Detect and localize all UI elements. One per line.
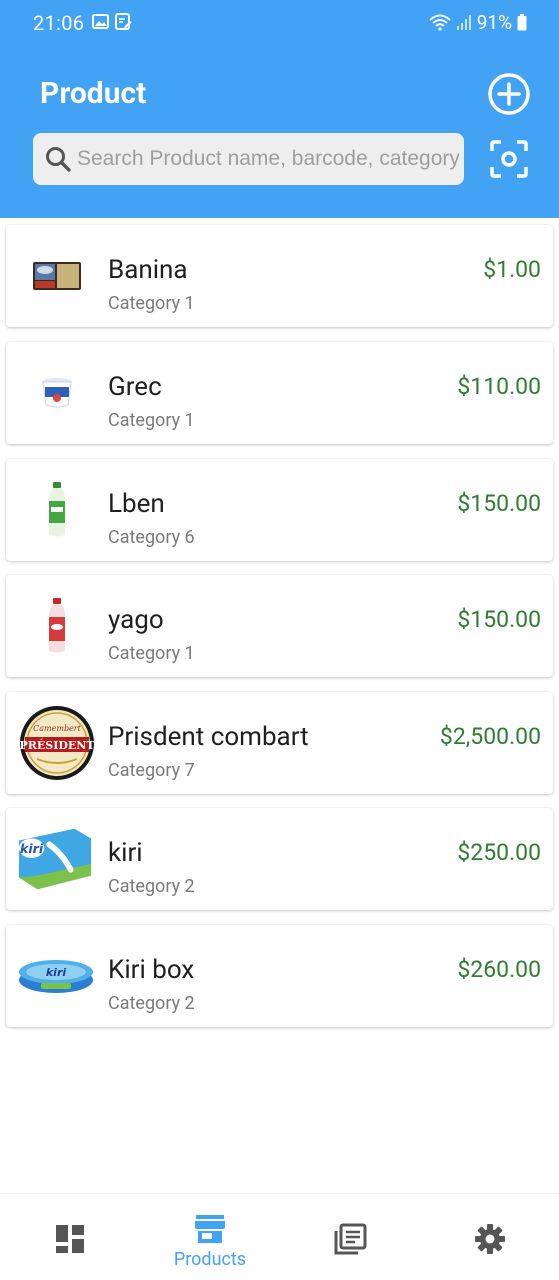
- search-icon: [46, 147, 71, 172]
- product-image: kiri: [19, 960, 93, 993]
- note-icon: [115, 13, 132, 30]
- search-box: [33, 133, 464, 185]
- product-image: [42, 378, 72, 408]
- product-thumbnail: [18, 354, 96, 432]
- status-system-icons: 91%: [429, 11, 527, 34]
- signal-icon: [456, 15, 471, 30]
- status-bar: 21:06 91%: [0, 0, 559, 46]
- product-name: kiri: [108, 838, 143, 868]
- wifi-icon: [429, 14, 451, 31]
- product-price: $260.00: [457, 956, 541, 983]
- product-price: $1.00: [483, 256, 541, 283]
- battery-level: 91%: [476, 11, 512, 34]
- product-category: Category 1: [108, 410, 195, 431]
- product-category: Category 2: [108, 993, 195, 1014]
- app-header: 21:06 91% Product Search Product name, b…: [0, 0, 559, 218]
- product-card[interactable]: kiri kiri Category 2 $250.00: [6, 808, 553, 910]
- product-name: yago: [108, 605, 164, 635]
- product-image: Camembert PRÉSIDENT: [19, 706, 95, 780]
- svg-text:kiri: kiri: [46, 966, 67, 979]
- bottom-navigation: Products: [0, 1193, 559, 1280]
- product-price: $110.00: [457, 373, 541, 400]
- nav-item-records[interactable]: [280, 1194, 420, 1280]
- product-price: $150.00: [457, 606, 541, 633]
- product-category: Category 6: [108, 527, 195, 548]
- product-thumbnail: kiri: [16, 820, 94, 898]
- page-title: Product: [40, 76, 147, 111]
- product-name: Lben: [108, 489, 165, 519]
- product-thumbnail: [18, 587, 96, 665]
- product-image: [33, 262, 81, 290]
- svg-text:PRÉSIDENT: PRÉSIDENT: [19, 738, 95, 752]
- product-name: Grec: [108, 372, 162, 402]
- product-image: [49, 482, 65, 537]
- nav-item-products[interactable]: Products: [140, 1194, 280, 1280]
- add-product-button[interactable]: [486, 71, 532, 117]
- dashboard-icon: [56, 1225, 84, 1253]
- product-category: Category 7: [108, 760, 195, 781]
- svg-text:Camembert: Camembert: [33, 724, 81, 733]
- product-image: [49, 598, 65, 653]
- product-image: kiri: [18, 828, 92, 890]
- battery-icon: [517, 14, 527, 31]
- product-thumbnail: kiri: [17, 937, 95, 1015]
- product-name: Kiri box: [108, 955, 195, 985]
- nav-item-dashboard[interactable]: [0, 1194, 140, 1280]
- status-notification-icons: [92, 13, 132, 30]
- nav-item-settings[interactable]: [420, 1194, 559, 1280]
- status-time: 21:06: [33, 11, 85, 35]
- product-category: Category 1: [108, 293, 195, 314]
- barcode-scan-icon: [490, 140, 528, 178]
- library-books-icon: [334, 1223, 367, 1255]
- product-card[interactable]: Lben Category 6 $150.00: [6, 459, 553, 561]
- product-category: Category 1: [108, 643, 195, 664]
- scan-barcode-button[interactable]: [487, 137, 531, 181]
- product-name: Banina: [108, 255, 188, 285]
- product-card[interactable]: Grec Category 1 $110.00: [6, 342, 553, 444]
- product-price: $250.00: [457, 839, 541, 866]
- store-icon: [195, 1215, 225, 1243]
- product-price: $150.00: [457, 490, 541, 517]
- svg-text:kiri: kiri: [20, 841, 44, 856]
- product-card[interactable]: yago Category 1 $150.00: [6, 575, 553, 677]
- add-circle-icon: [488, 73, 530, 115]
- product-card[interactable]: Banina Category 1 $1.00: [6, 225, 553, 327]
- product-category: Category 2: [108, 876, 195, 897]
- search-input[interactable]: [77, 133, 459, 185]
- product-thumbnail: [18, 471, 96, 549]
- product-name: Prisdent combart: [108, 722, 309, 752]
- product-card[interactable]: Camembert PRÉSIDENT Prisdent combart Cat…: [6, 692, 553, 794]
- nav-label-products: Products: [173, 1249, 247, 1270]
- gear-icon: [475, 1224, 505, 1254]
- product-thumbnail: Camembert PRÉSIDENT: [18, 704, 96, 782]
- gallery-icon: [92, 14, 109, 29]
- product-card[interactable]: kiri Kiri box Category 2 $260.00: [6, 925, 553, 1027]
- product-price: $2,500.00: [439, 723, 541, 750]
- product-thumbnail: [18, 237, 96, 315]
